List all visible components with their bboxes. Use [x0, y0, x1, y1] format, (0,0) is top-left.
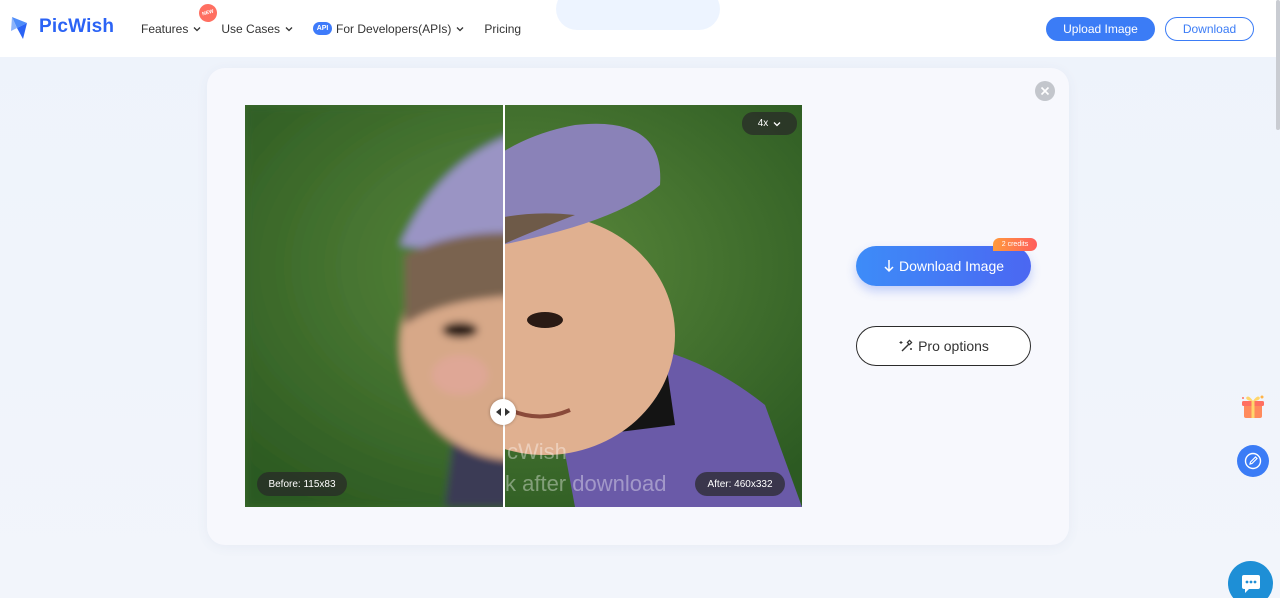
logo-text: PicWish [39, 16, 115, 37]
top-header: PicWish Features NEW Use Cases API For D… [0, 0, 1280, 57]
after-size-label: After: 460x332 [695, 472, 785, 496]
credits-badge: 2 credits [993, 238, 1037, 251]
download-arrow-icon [884, 260, 894, 273]
zoom-value: 4x [757, 118, 769, 129]
before-after-viewer[interactable]: cWish k after download 4x Before: 115x83… [245, 105, 802, 507]
watermark-text-1: cWish [507, 439, 567, 464]
nav-pricing-label: Pricing [484, 21, 522, 36]
watermark-text-2: k after download [505, 471, 667, 496]
edit-icon [1244, 452, 1262, 470]
api-badge: API [313, 22, 333, 35]
nav-developers[interactable]: API For Developers(APIs) [313, 22, 464, 36]
pro-options-label: Pro options [918, 338, 989, 354]
nav-developers-label: For Developers(APIs) [336, 21, 452, 36]
chat-icon [1241, 574, 1260, 593]
nav-use-cases-label: Use Cases [221, 21, 281, 36]
gift-icon [1242, 395, 1264, 418]
edit-widget[interactable] [1237, 445, 1269, 477]
gift-widget[interactable] [1238, 392, 1268, 422]
split-handle[interactable] [490, 399, 516, 425]
header-download-button[interactable]: Download [1165, 17, 1254, 41]
ghost-banner-pill [556, 0, 720, 30]
nav-pricing[interactable]: Pricing [484, 22, 521, 36]
nav-use-cases[interactable]: Use Cases [221, 22, 293, 36]
split-divider[interactable] [503, 105, 505, 507]
picwish-logo-icon [9, 13, 33, 41]
footer-band [0, 598, 1280, 615]
download-image-label: Download Image [898, 258, 1005, 274]
close-icon [1040, 86, 1050, 96]
chevron-down-icon [773, 121, 781, 126]
chevron-down-icon [285, 26, 293, 31]
arrows-left-right-icon [496, 408, 510, 416]
scrollbar[interactable] [1276, 0, 1280, 130]
close-button[interactable] [1035, 81, 1055, 101]
upload-image-button[interactable]: Upload Image [1046, 17, 1155, 41]
logo[interactable]: PicWish [9, 13, 114, 41]
pro-options-button[interactable]: Pro options [856, 326, 1031, 366]
nav-features[interactable]: Features NEW [141, 1, 220, 36]
before-size-label: Before: 115x83 [257, 472, 347, 496]
zoom-select[interactable]: 4x [742, 112, 797, 135]
chevron-down-icon [193, 26, 201, 31]
new-badge: NEW [196, 1, 220, 24]
nav-features-label: Features [141, 21, 189, 36]
magic-wand-icon [899, 339, 913, 352]
main-nav: Features NEW Use Cases API For Developer… [141, 0, 541, 57]
download-image-button[interactable]: Download Image [856, 246, 1031, 286]
result-card: cWish k after download 4x Before: 115x83… [207, 68, 1069, 545]
chevron-down-icon [456, 26, 464, 31]
